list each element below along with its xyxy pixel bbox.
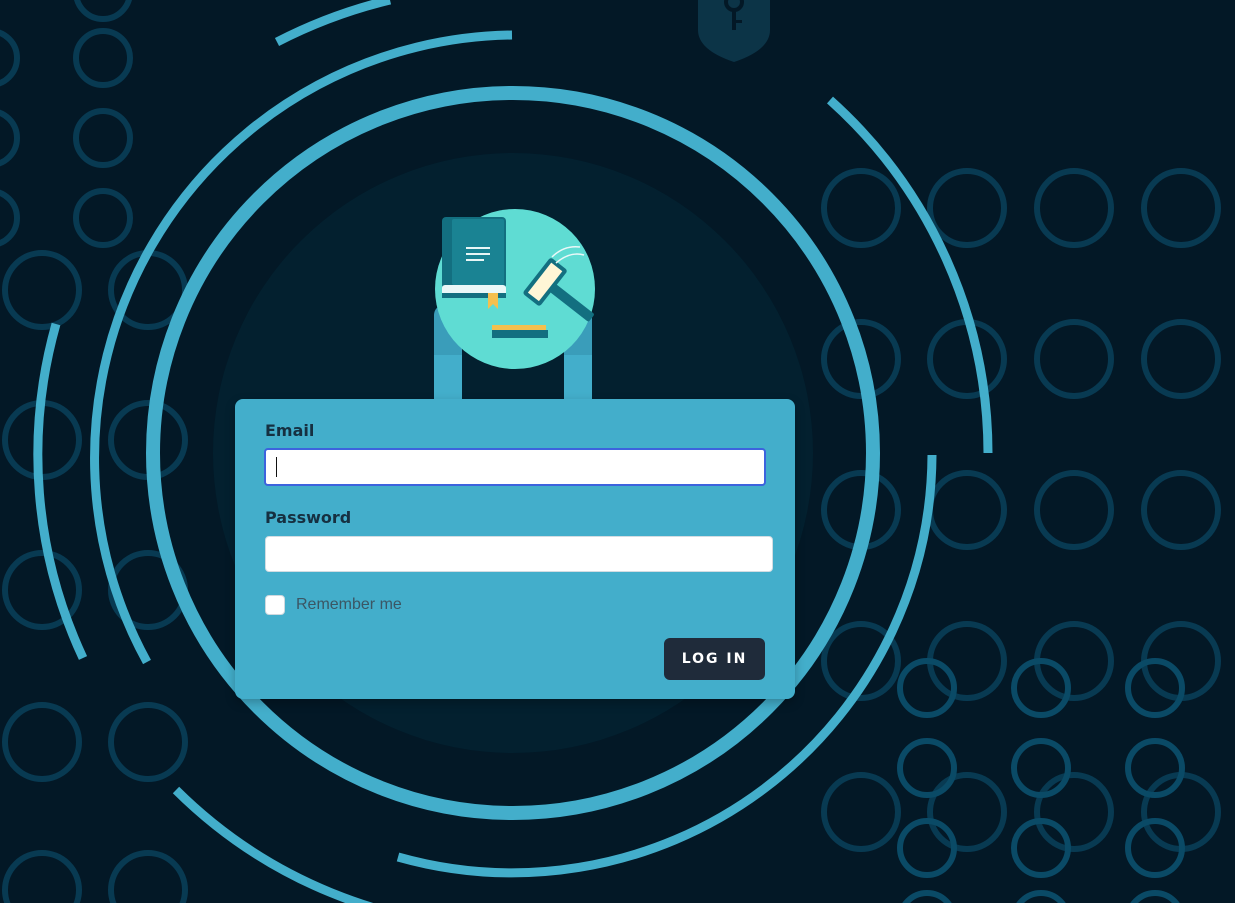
login-form: Email Password Remember me LOG IN [235, 399, 795, 699]
email-field[interactable] [264, 448, 766, 486]
email-label: Email [265, 421, 315, 440]
law-book-gavel-icon [434, 209, 595, 405]
shield-key-icon [698, 0, 770, 62]
login-button[interactable]: LOG IN [664, 638, 765, 680]
password-label: Password [265, 508, 352, 527]
remember-me[interactable]: Remember me [265, 595, 402, 615]
password-field[interactable] [265, 536, 773, 572]
login-page: Email Password Remember me LOG IN [0, 0, 1235, 903]
remember-me-checkbox[interactable] [265, 595, 285, 615]
text-cursor [276, 457, 277, 477]
remember-me-label[interactable]: Remember me [296, 596, 402, 614]
